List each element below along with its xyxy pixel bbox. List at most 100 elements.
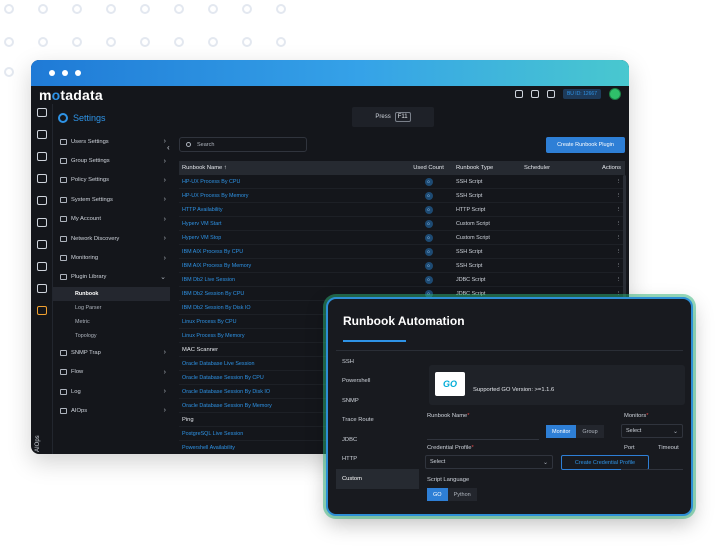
aiops-rail-label[interactable]: AIOps bbox=[35, 435, 41, 452]
sidebar-subitem[interactable]: Metric bbox=[53, 315, 170, 329]
sidebar-item[interactable]: Policy Settings › bbox=[53, 171, 170, 190]
dialog-nav-item[interactable]: Trace Route bbox=[336, 411, 419, 431]
report-icon[interactable] bbox=[37, 174, 47, 183]
dialog-nav: SSH Powershell SNMP Trace Route JDBC HTTP Cust… bbox=[336, 352, 419, 489]
sidebar-subitem[interactable]: Runbook bbox=[53, 287, 170, 302]
sidebar-item[interactable]: My Account › bbox=[53, 210, 170, 229]
sort-icon[interactable]: ↑ bbox=[224, 165, 227, 171]
runbook-name-link[interactable]: Hyperv VM Stop bbox=[179, 235, 401, 241]
plug-icon[interactable] bbox=[514, 90, 523, 98]
user-avatar[interactable] bbox=[609, 88, 621, 100]
runbook-type-cell: JDBC Script bbox=[456, 290, 486, 297]
port-timeout-field[interactable] bbox=[621, 469, 683, 470]
monitor-icon[interactable] bbox=[37, 130, 47, 139]
table-row[interactable]: Hyperv VM Start 0 Custom Script ⋮ bbox=[179, 217, 625, 231]
alert-icon[interactable] bbox=[37, 218, 47, 227]
runbook-name-field[interactable] bbox=[427, 439, 539, 440]
kebab-menu-icon[interactable]: ⋮ bbox=[616, 263, 621, 269]
dialog-nav-item[interactable]: Custom bbox=[336, 469, 419, 489]
col-runbook-name[interactable]: Runbook Name ↑ bbox=[179, 165, 401, 171]
python-option[interactable]: Python bbox=[447, 488, 477, 501]
col-scheduler[interactable]: Scheduler bbox=[524, 165, 584, 171]
sidebar-subitem[interactable]: Topology bbox=[53, 329, 170, 343]
log-icon[interactable] bbox=[37, 240, 47, 249]
script-language-toggle: GO Python bbox=[427, 488, 477, 501]
sidebar-item-label: My Account bbox=[71, 216, 101, 223]
runbook-name-link[interactable]: HP-UX Process By CPU bbox=[179, 179, 401, 185]
sidebar-item-label: Flow bbox=[71, 369, 84, 376]
binoculars-icon[interactable] bbox=[37, 262, 47, 271]
kebab-menu-icon[interactable]: ⋮ bbox=[616, 277, 621, 283]
settings-icon[interactable] bbox=[37, 306, 47, 315]
runbook-name-link[interactable]: IBM AIX Process By Memory bbox=[179, 263, 401, 269]
table-row[interactable]: IBM AIX Process By CPU 0 SSH Script ⋮ bbox=[179, 245, 625, 259]
runbook-name-link[interactable]: IBM Db2 Session By CPU bbox=[179, 291, 401, 297]
kebab-menu-icon[interactable]: ⋮ bbox=[616, 291, 621, 297]
col-used-count[interactable]: Used Count bbox=[401, 165, 456, 171]
runbook-name-link[interactable]: Hyperv VM Start bbox=[179, 221, 401, 227]
timeout-label: Timeout bbox=[658, 445, 679, 451]
bu-id-badge[interactable]: BU ID: 12667 bbox=[562, 89, 601, 99]
audit-icon[interactable] bbox=[37, 284, 47, 293]
sidebar-item[interactable]: Log › bbox=[53, 382, 170, 401]
runbook-name-link[interactable]: HP-UX Process By Memory bbox=[179, 193, 401, 199]
sidebar-item[interactable]: Monitoring › bbox=[53, 248, 170, 267]
runbook-name-link[interactable]: HTTP Availability bbox=[179, 207, 401, 213]
table-row[interactable]: HTTP Availability 0 HTTP Script ⋮ bbox=[179, 203, 625, 217]
dialog-nav-item[interactable]: SSH bbox=[336, 352, 419, 372]
sidebar-item[interactable]: AIOps › bbox=[53, 401, 170, 420]
bell-icon[interactable] bbox=[546, 90, 555, 98]
sidebar-item[interactable]: Group Settings › bbox=[53, 151, 170, 170]
window-dot-icon bbox=[75, 70, 81, 76]
table-row[interactable]: IBM Db2 Live Session 0 JDBC Script ⋮ bbox=[179, 273, 625, 287]
dialog-nav-item[interactable]: SNMP bbox=[336, 391, 419, 411]
decorative-dot bbox=[174, 37, 184, 47]
collapse-sidebar-icon[interactable]: ‹ bbox=[167, 143, 170, 152]
clipboard-icon[interactable] bbox=[530, 90, 539, 98]
sidebar-item[interactable]: Flow › bbox=[53, 363, 170, 382]
kebab-menu-icon[interactable]: ⋮ bbox=[616, 179, 621, 185]
table-row[interactable]: HP-UX Process By Memory 0 SSH Script ⋮ bbox=[179, 189, 625, 203]
sidebar-item[interactable]: Users Settings › bbox=[53, 132, 170, 151]
dialog-nav-item[interactable]: HTTP bbox=[336, 450, 419, 470]
sidebar-item[interactable]: SNMP Trap › bbox=[53, 343, 170, 362]
sidebar-subitem[interactable]: Log Parser bbox=[53, 301, 170, 315]
monitors-select[interactable]: Select ⌄ bbox=[621, 424, 683, 438]
runbook-type-cell: Custom Script bbox=[456, 234, 490, 241]
runbook-type-cell: SSH Script bbox=[456, 248, 483, 255]
kebab-menu-icon[interactable]: ⋮ bbox=[616, 221, 621, 227]
table-header: Runbook Name ↑ Used Count Runbook Type S… bbox=[179, 161, 625, 175]
table-row[interactable]: Hyperv VM Stop 0 Custom Script ⋮ bbox=[179, 231, 625, 245]
sidebar-item[interactable]: Network Discovery › bbox=[53, 229, 170, 248]
title-underline bbox=[343, 340, 406, 342]
runbook-name-link[interactable]: IBM Db2 Live Session bbox=[179, 277, 401, 283]
runbook-name-link[interactable]: IBM AIX Process By CPU bbox=[179, 249, 401, 255]
chart-icon[interactable] bbox=[37, 152, 47, 161]
table-row[interactable]: HP-UX Process By CPU 0 SSH Script ⋮ bbox=[179, 175, 625, 189]
sidebar-item[interactable]: Plugin Library ⌄ bbox=[53, 268, 170, 287]
monitor-option[interactable]: Monitor bbox=[546, 425, 577, 438]
target-type-toggle: Monitor Group bbox=[546, 425, 604, 438]
kebab-menu-icon[interactable]: ⋮ bbox=[616, 193, 621, 199]
dialog-nav-item[interactable]: JDBC bbox=[336, 430, 419, 450]
credential-profile-select[interactable]: Select ⌄ bbox=[425, 455, 553, 469]
group-option[interactable]: Group bbox=[576, 425, 604, 438]
kebab-menu-icon[interactable]: ⋮ bbox=[616, 207, 621, 213]
kebab-menu-icon[interactable]: ⋮ bbox=[616, 235, 621, 241]
kebab-menu-icon[interactable]: ⋮ bbox=[616, 249, 621, 255]
search-input[interactable]: Search bbox=[179, 137, 307, 152]
go-version-text: Supported GO Version: >=1.1.6 bbox=[473, 387, 555, 393]
sidebar-item[interactable]: System Settings › bbox=[53, 190, 170, 209]
actions-cell: ⋮ bbox=[584, 221, 625, 227]
used-count-cell: 0 bbox=[401, 205, 456, 214]
dialog-nav-item[interactable]: Powershell bbox=[336, 372, 419, 392]
topology-icon[interactable] bbox=[37, 196, 47, 205]
sidebar-item-label: Users Settings bbox=[71, 138, 109, 145]
create-credential-profile-button[interactable]: Create Credential Profile bbox=[561, 455, 649, 470]
dashboard-icon[interactable] bbox=[37, 108, 47, 117]
create-runbook-plugin-button[interactable]: Create Runbook Plugin bbox=[546, 137, 625, 153]
col-runbook-type[interactable]: Runbook Type bbox=[456, 165, 524, 171]
go-option[interactable]: GO bbox=[427, 488, 448, 501]
table-row[interactable]: IBM AIX Process By Memory 0 SSH Script ⋮ bbox=[179, 259, 625, 273]
used-count-badge: 0 bbox=[424, 233, 433, 242]
